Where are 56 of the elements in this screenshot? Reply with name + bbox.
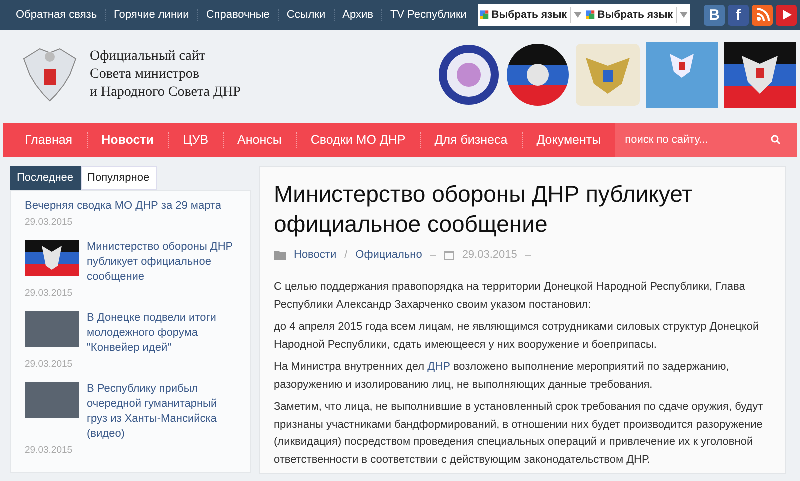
search-icon[interactable]: [771, 135, 781, 145]
news-date: 29.03.2015: [25, 359, 74, 370]
round-emblem-logo[interactable]: [438, 44, 500, 106]
news-link[interactable]: В Республику прибыл очередной гуманитарный груз из Ханты-Мансийска (видео): [87, 382, 240, 442]
google-translate-icon: [586, 8, 595, 22]
article-date: 29.03.2015: [462, 249, 518, 261]
category-link[interactable]: Официально: [356, 249, 422, 261]
folder-icon: [274, 250, 286, 260]
news-link[interactable]: В Донецке подвели итоги молодежного форума "Конвейер идей": [87, 311, 240, 356]
top-menu-link[interactable]: Справочные: [198, 9, 279, 21]
round-flag-logo[interactable]: [506, 43, 570, 107]
article-title: Министерство обороны ДНР публикует официальное сообщение: [274, 180, 694, 239]
article-paragraph: С целью поддержания правопорядка на территории Донецкой Народной Республики, Глава Республики Александр Захарченко своим указом постановил:: [274, 280, 746, 312]
language-select-label: Выбрать язык: [492, 9, 567, 21]
category-link[interactable]: Новости: [294, 249, 337, 261]
news-date: 29.03.2015: [25, 217, 74, 228]
site-title[interactable]: Официальный сайт Совета министров и Народного Совета ДНР: [90, 48, 241, 102]
article-paragraph: до 4 апреля 2015 года всем лицам, не являющимся сотрудниками силовых структур Донецкой Народной Республики, сдать имеющееся у них вооружение и боеприпасы.: [274, 320, 760, 352]
nav-link[interactable]: Документы: [522, 132, 616, 148]
google-translate-icon: [480, 8, 489, 22]
flag-emblem-logo[interactable]: [724, 42, 796, 108]
caret-icon: [680, 12, 688, 18]
language-select-label: Выбрать язык: [598, 9, 673, 21]
language-select[interactable]: Выбрать язык: [584, 4, 690, 26]
nav-link[interactable]: Новости: [88, 132, 169, 148]
rss-button[interactable]: [752, 4, 773, 26]
calendar-icon: [444, 250, 454, 260]
rss-icon: [756, 8, 770, 22]
top-menu-link[interactable]: Архив: [334, 9, 382, 21]
vk-button[interactable]: B: [704, 4, 725, 26]
facebook-button[interactable]: f: [728, 4, 749, 26]
play-icon: [780, 9, 792, 21]
sidebar-tab[interactable]: Последнее: [10, 166, 81, 190]
play-button[interactable]: [776, 4, 797, 26]
nav-link[interactable]: Для бизнеса: [420, 132, 523, 148]
news-date: 29.03.2015: [25, 288, 74, 299]
news-date: 29.03.2015: [25, 445, 74, 456]
top-menu-link[interactable]: Горячие линии: [106, 9, 198, 21]
separator-slash: /: [344, 249, 348, 261]
news-link[interactable]: Министерство обороны ДНР публикует официальное сообщение: [87, 240, 240, 285]
search-field[interactable]: поиск по сайту...: [615, 123, 797, 157]
top-menu-link[interactable]: Ссылки: [278, 9, 335, 21]
top-menu-link[interactable]: TV Республики: [382, 9, 475, 21]
news-link[interactable]: Вечерняя сводка МО ДНР за 29 марта: [25, 199, 222, 214]
flag-thumbnail[interactable]: [25, 240, 79, 276]
language-select[interactable]: Выбрать язык: [478, 4, 584, 26]
article-paragraph: Заметим, что лица, не выполнившие в установленный срок требования по сдаче оружия, будут признаны участниками бандформирований, в отношении них будет производится разоружение (ликвидация) посредством проведения специальных операций и привлечение их к уголовной ответственности в соответствии с действующим законодательством ДНР.: [274, 400, 764, 468]
nav-link[interactable]: Главная: [11, 132, 88, 148]
caret-icon: [574, 12, 582, 18]
text-link[interactable]: ДНР: [428, 361, 450, 373]
sidebar-tab[interactable]: Популярное: [80, 166, 157, 190]
top-menu-link[interactable]: Обратная связь: [8, 9, 106, 21]
nav-link[interactable]: Сводки МО ДНР: [296, 132, 421, 148]
article-paragraph: На Министра внутренних дел ДНР возложено выполнение мероприятий по задержанию, разоружению и изолированию лиц, не выполняющих данные требования.: [274, 360, 730, 392]
nav-link[interactable]: ЦУВ: [169, 132, 224, 148]
nav-link[interactable]: Анонсы: [224, 132, 297, 148]
